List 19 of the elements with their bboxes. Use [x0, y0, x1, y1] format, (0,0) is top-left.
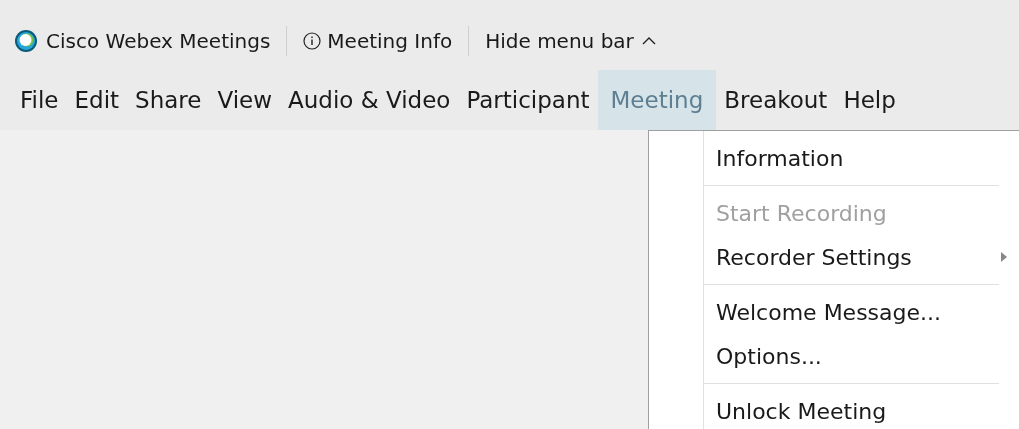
- menu-item[interactable]: Breakout: [716, 70, 836, 130]
- menu-item[interactable]: Audio & Video: [280, 70, 459, 130]
- menu-item[interactable]: Edit: [66, 70, 128, 130]
- dropdown-item[interactable]: Options...: [704, 334, 1019, 378]
- submenu-arrow-icon: [1001, 252, 1007, 262]
- menu-item[interactable]: Help: [835, 70, 904, 130]
- hide-menu-button[interactable]: Hide menu bar: [485, 29, 658, 53]
- logo-icon: [14, 29, 38, 53]
- menu-item[interactable]: Participant: [458, 70, 598, 130]
- meeting-info-button[interactable]: Meeting Info: [303, 29, 453, 53]
- menu-item[interactable]: File: [12, 70, 67, 130]
- menu-item[interactable]: View: [209, 70, 280, 130]
- menu-item[interactable]: Share: [127, 70, 210, 130]
- info-icon: [303, 32, 322, 50]
- dropdown-item[interactable]: Welcome Message...: [704, 290, 1019, 334]
- dropdown-item[interactable]: Information: [704, 136, 1019, 180]
- dropdown-item[interactable]: Recorder Settings: [704, 235, 1019, 279]
- dropdown-item[interactable]: Unlock Meeting: [704, 389, 1019, 429]
- app-name: Cisco Webex Meetings: [46, 29, 271, 53]
